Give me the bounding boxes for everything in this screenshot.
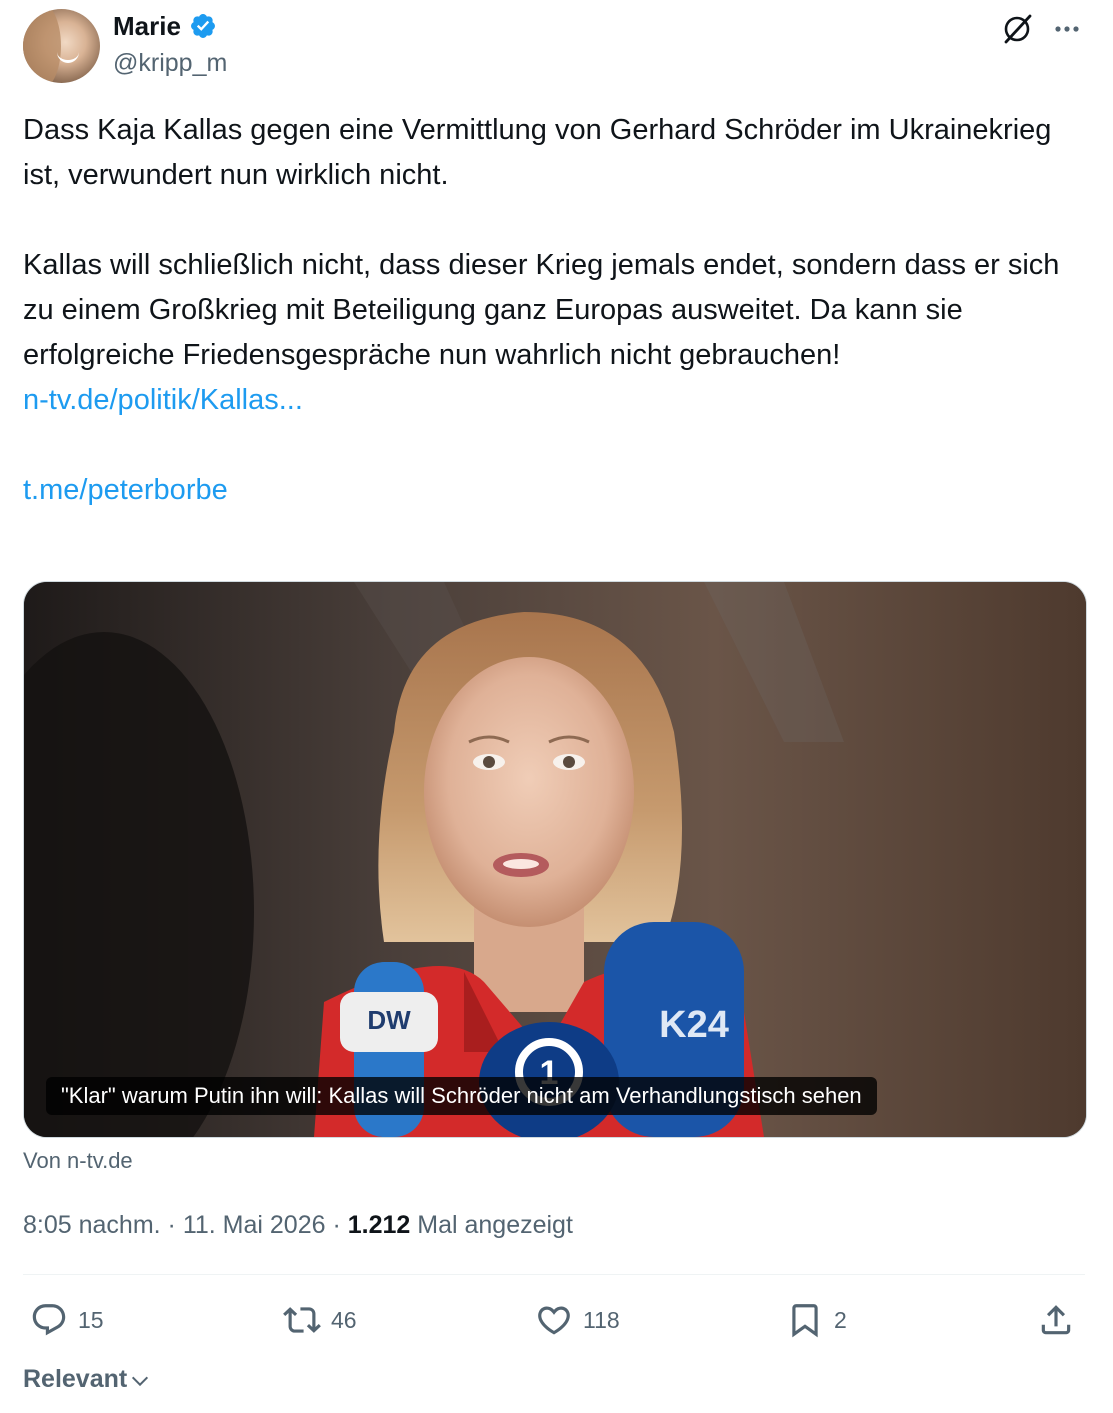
- avatar[interactable]: [23, 9, 100, 83]
- author-name-row[interactable]: Marie: [113, 10, 217, 42]
- news-photo: DW K24 1: [24, 582, 1086, 1137]
- repost-icon: [283, 1307, 321, 1333]
- tweet-date[interactable]: 11. Mai 2026: [183, 1211, 326, 1239]
- like-icon: [538, 1306, 570, 1335]
- share-button[interactable]: [1037, 1299, 1075, 1341]
- tweet-text: Dass Kaja Kallas gegen eine Vermittlung …: [23, 108, 1093, 513]
- svg-text:DW: DW: [367, 1005, 411, 1035]
- author-display-name[interactable]: Marie: [113, 10, 181, 42]
- reply-icon: [32, 1304, 66, 1336]
- link-card-source[interactable]: Von n-tv.de: [23, 1147, 133, 1175]
- reply-sort-dropdown[interactable]: Relevant: [23, 1363, 151, 1395]
- repost-count: 46: [331, 1306, 357, 1333]
- avatar-hair: [23, 9, 61, 83]
- divider: [23, 1274, 1085, 1275]
- tweet-meta: 8:05 nachm. · 11. Mai 2026 · 1.212 Mal a…: [23, 1208, 573, 1242]
- chevron-down-icon: [132, 1376, 149, 1387]
- verified-badge-icon: [190, 14, 215, 38]
- bookmark-button[interactable]: 2: [786, 1299, 847, 1341]
- avatar-smile: [57, 51, 79, 63]
- like-button[interactable]: 118: [535, 1299, 620, 1341]
- svg-text:K24: K24: [659, 1004, 729, 1046]
- author-handle[interactable]: @kripp_m: [113, 47, 227, 79]
- tweet-paragraph-1: Dass Kaja Kallas gegen eine Vermittlung …: [23, 114, 1052, 191]
- meta-separator: ·: [160, 1211, 183, 1239]
- link-card-image[interactable]: DW K24 1 "Klar" warum Putin ihn will: Ka…: [23, 581, 1087, 1138]
- reply-sort-label: Relevant: [23, 1365, 128, 1393]
- bookmark-count: 2: [834, 1306, 847, 1333]
- tweet-time[interactable]: 8:05 nachm.: [23, 1211, 161, 1239]
- repost-button[interactable]: 46: [283, 1299, 357, 1341]
- like-count: 118: [583, 1306, 620, 1333]
- view-count-label: Mal angezeigt: [417, 1211, 573, 1239]
- tweet-paragraph-2: Kallas will schließlich nicht, dass dies…: [23, 249, 1060, 371]
- link-card-title[interactable]: "Klar" warum Putin ihn will: Kallas will…: [46, 1077, 877, 1115]
- reply-count: 15: [78, 1306, 104, 1333]
- tweet-link-ntv[interactable]: n-tv.de/politik/Kallas...: [23, 384, 303, 416]
- view-count: 1.212: [347, 1211, 411, 1239]
- reply-button[interactable]: 15: [30, 1299, 104, 1341]
- meta-separator: ·: [325, 1211, 348, 1239]
- grok-icon[interactable]: [1000, 12, 1034, 46]
- more-icon[interactable]: [1050, 12, 1084, 46]
- bookmark-icon: [792, 1304, 818, 1338]
- tweet-link-telegram[interactable]: t.me/peterborbe: [23, 474, 228, 506]
- share-icon: [1041, 1305, 1071, 1335]
